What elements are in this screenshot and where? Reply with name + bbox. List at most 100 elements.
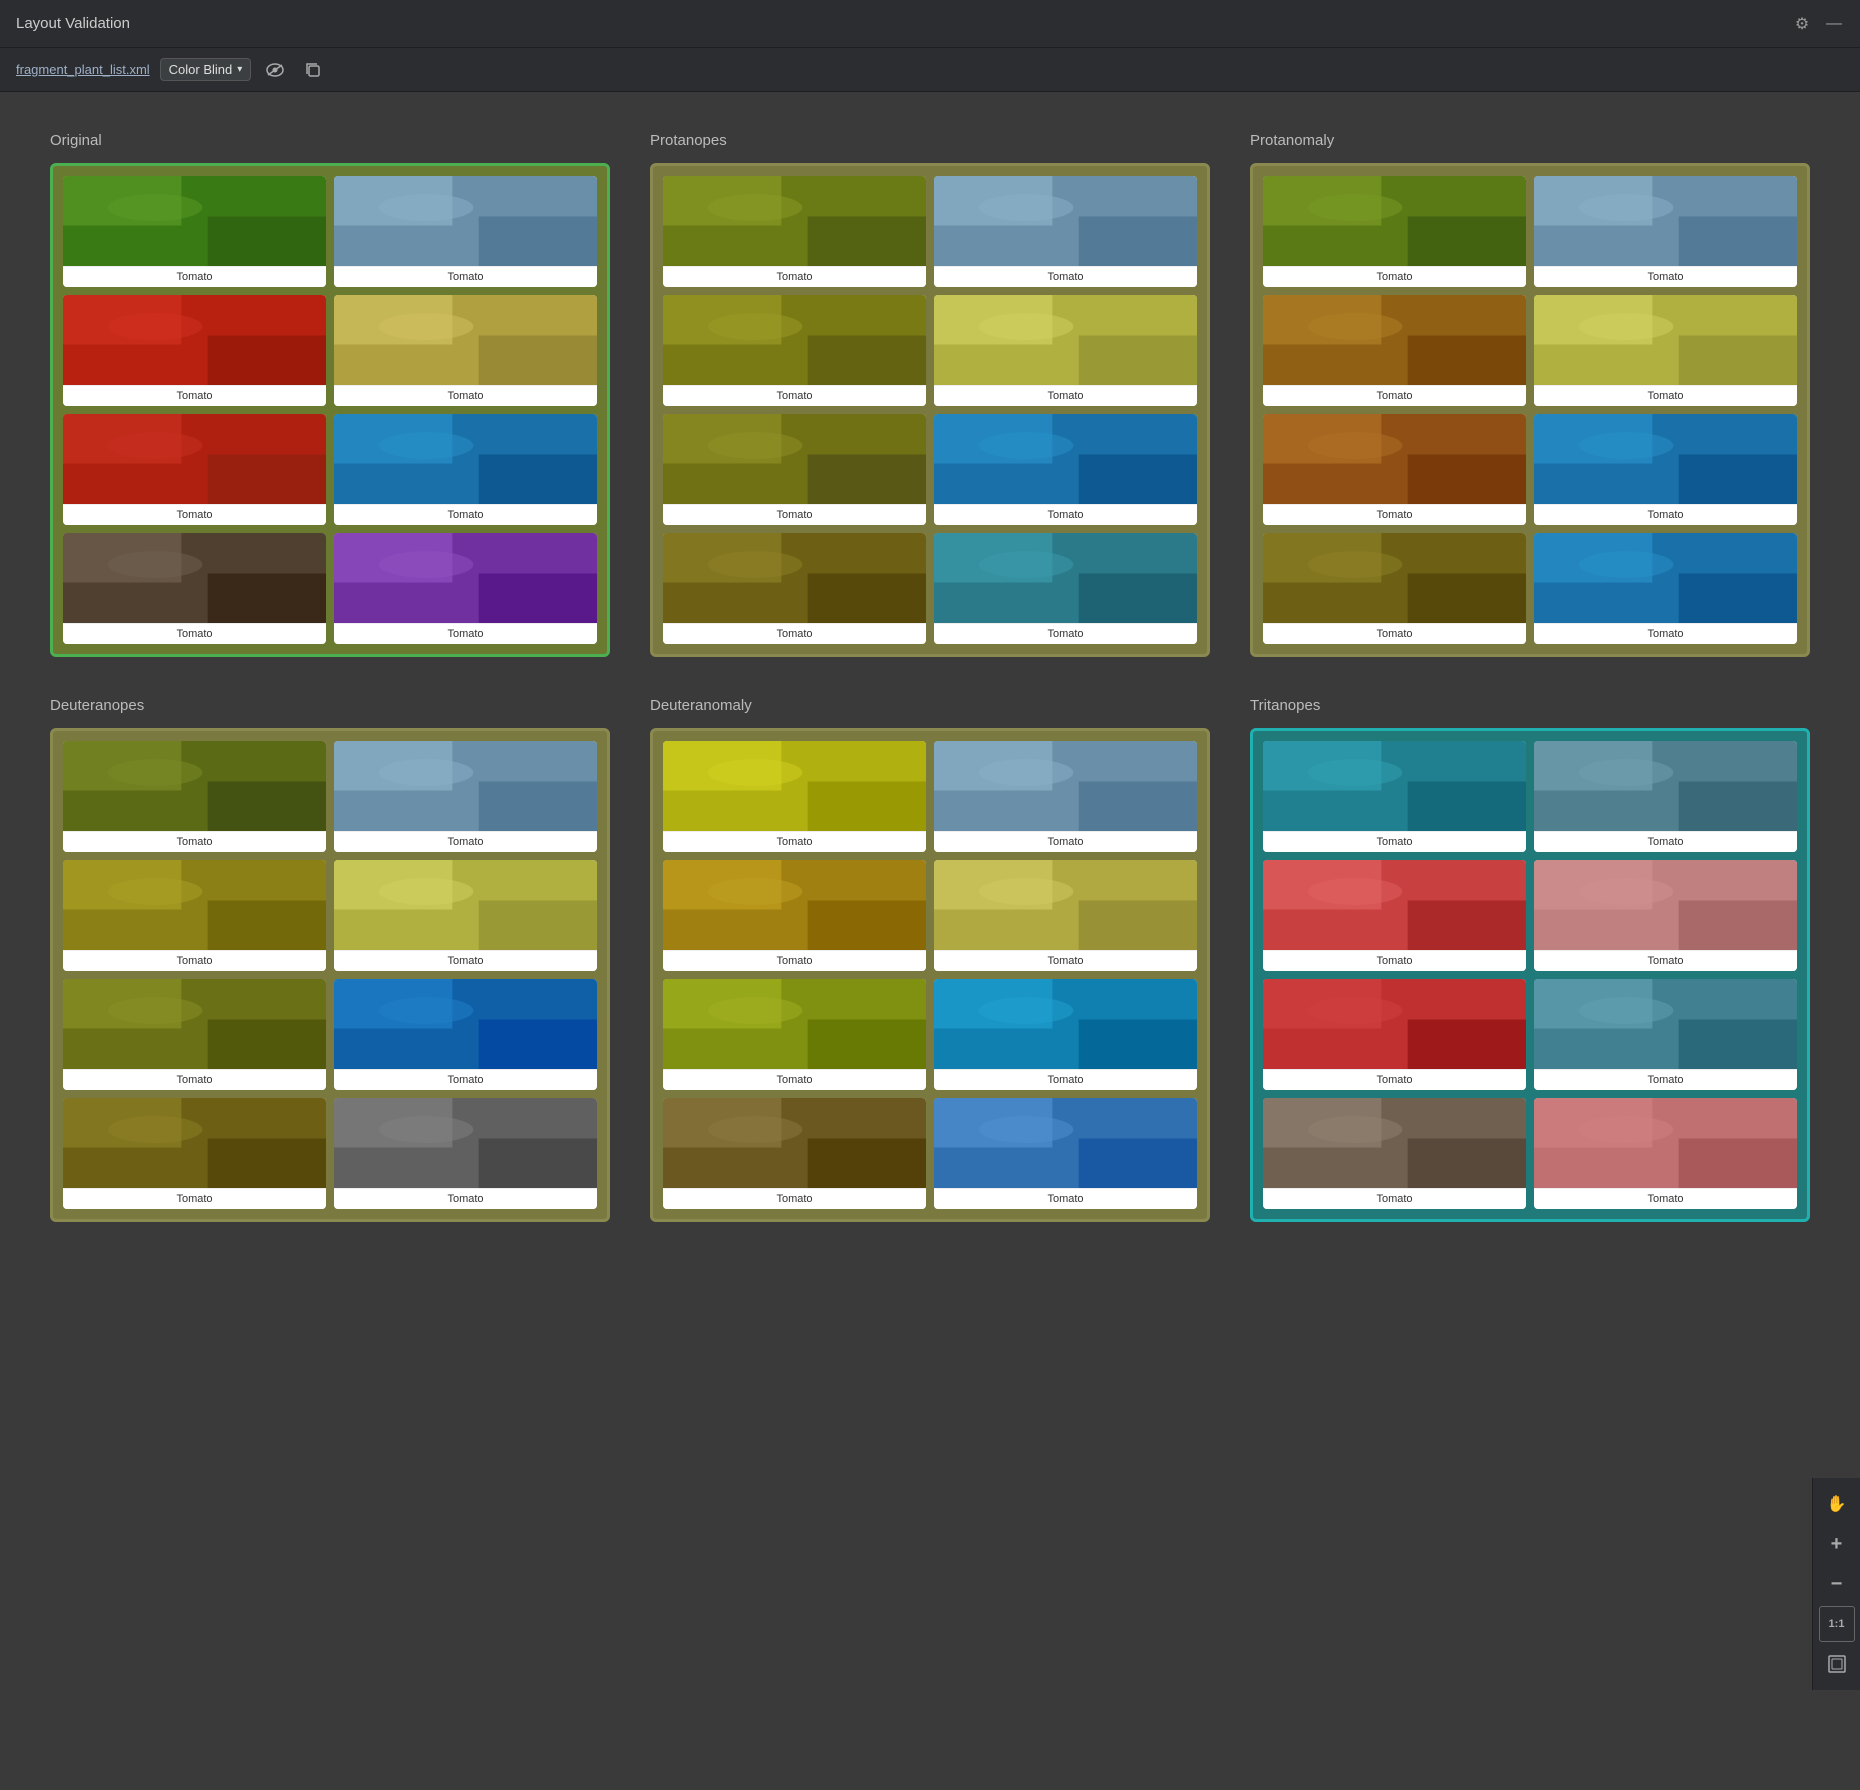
- image-thumbnail: [1263, 176, 1526, 266]
- list-item[interactable]: Tomato: [1263, 741, 1526, 852]
- list-item[interactable]: Tomato: [663, 860, 926, 971]
- list-item[interactable]: Tomato: [334, 979, 597, 1090]
- list-item[interactable]: Tomato: [334, 1098, 597, 1209]
- list-item[interactable]: Tomato: [1534, 741, 1797, 852]
- image-thumbnail: [663, 295, 926, 385]
- list-item[interactable]: Tomato: [63, 979, 326, 1090]
- list-item[interactable]: Tomato: [63, 414, 326, 525]
- image-label: Tomato: [663, 831, 926, 852]
- list-item[interactable]: Tomato: [934, 295, 1197, 406]
- hand-tool-btn[interactable]: ✋: [1819, 1486, 1855, 1522]
- copy-icon-btn[interactable]: [299, 56, 327, 84]
- image-thumbnail: [1263, 979, 1526, 1069]
- image-label: Tomato: [934, 950, 1197, 971]
- list-item[interactable]: Tomato: [1263, 1098, 1526, 1209]
- image-thumbnail: [334, 979, 597, 1069]
- image-label: Tomato: [1534, 266, 1797, 287]
- image-label: Tomato: [934, 385, 1197, 406]
- list-item[interactable]: Tomato: [934, 533, 1197, 644]
- list-item[interactable]: Tomato: [663, 1098, 926, 1209]
- list-item[interactable]: Tomato: [334, 741, 597, 852]
- list-item[interactable]: Tomato: [334, 414, 597, 525]
- list-item[interactable]: Tomato: [934, 860, 1197, 971]
- list-item[interactable]: Tomato: [934, 979, 1197, 1090]
- title-bar-right: ⚙ —: [1792, 14, 1844, 34]
- panel-title-tritanopes: Tritanopes: [1250, 697, 1810, 714]
- minimize-icon[interactable]: —: [1824, 14, 1844, 34]
- list-item[interactable]: Tomato: [1534, 860, 1797, 971]
- image-thumbnail: [663, 176, 926, 266]
- list-item[interactable]: Tomato: [63, 860, 326, 971]
- image-label: Tomato: [1263, 1069, 1526, 1090]
- list-item[interactable]: Tomato: [63, 741, 326, 852]
- image-label: Tomato: [934, 266, 1197, 287]
- list-item[interactable]: Tomato: [63, 1098, 326, 1209]
- image-thumbnail: [663, 860, 926, 950]
- image-thumbnail: [334, 295, 597, 385]
- list-item[interactable]: Tomato: [63, 533, 326, 644]
- list-item[interactable]: Tomato: [934, 176, 1197, 287]
- image-label: Tomato: [1263, 1188, 1526, 1209]
- list-item[interactable]: Tomato: [334, 176, 597, 287]
- list-item[interactable]: Tomato: [1534, 295, 1797, 406]
- list-item[interactable]: Tomato: [934, 741, 1197, 852]
- image-thumbnail: [1263, 741, 1526, 831]
- list-item[interactable]: Tomato: [334, 295, 597, 406]
- panel-title-original: Original: [50, 132, 610, 149]
- list-item[interactable]: Tomato: [663, 741, 926, 852]
- filename-label[interactable]: fragment_plant_list.xml: [16, 62, 150, 77]
- list-item[interactable]: Tomato: [1263, 414, 1526, 525]
- list-item[interactable]: Tomato: [663, 176, 926, 287]
- panel-protanopes: Protanopes Tomato Tomato Tomato Tomato T: [650, 132, 1210, 657]
- list-item[interactable]: Tomato: [63, 295, 326, 406]
- image-thumbnail: [1263, 533, 1526, 623]
- list-item[interactable]: Tomato: [934, 1098, 1197, 1209]
- list-item[interactable]: Tomato: [1263, 295, 1526, 406]
- image-thumbnail: [63, 741, 326, 831]
- zoom-out-btn[interactable]: −: [1819, 1566, 1855, 1602]
- panel-tritanopes: Tritanopes Tomato Tomato Tomato Tomato T: [1250, 697, 1810, 1222]
- list-item[interactable]: Tomato: [663, 295, 926, 406]
- eye-icon-btn[interactable]: [261, 56, 289, 84]
- image-label: Tomato: [63, 1069, 326, 1090]
- list-item[interactable]: Tomato: [334, 533, 597, 644]
- zoom-in-btn[interactable]: +: [1819, 1526, 1855, 1562]
- image-thumbnail: [934, 414, 1197, 504]
- list-item[interactable]: Tomato: [1263, 176, 1526, 287]
- list-item[interactable]: Tomato: [663, 414, 926, 525]
- card-container-original: Tomato Tomato Tomato Tomato Tomato Tomat: [50, 163, 610, 657]
- panel-deuteranopes: Deuteranopes Tomato Tomato Tomato Tomato: [50, 697, 610, 1222]
- image-thumbnail: [1534, 533, 1797, 623]
- list-item[interactable]: Tomato: [663, 979, 926, 1090]
- list-item[interactable]: Tomato: [1534, 979, 1797, 1090]
- list-item[interactable]: Tomato: [334, 860, 597, 971]
- list-item[interactable]: Tomato: [1534, 1098, 1797, 1209]
- list-item[interactable]: Tomato: [1263, 860, 1526, 971]
- list-item[interactable]: Tomato: [1534, 414, 1797, 525]
- image-thumbnail: [934, 860, 1197, 950]
- image-thumbnail: [934, 295, 1197, 385]
- image-thumbnail: [63, 176, 326, 266]
- image-label: Tomato: [934, 504, 1197, 525]
- image-thumbnail: [334, 860, 597, 950]
- image-label: Tomato: [1534, 623, 1797, 644]
- list-item[interactable]: Tomato: [1263, 533, 1526, 644]
- list-item[interactable]: Tomato: [663, 533, 926, 644]
- image-thumbnail: [934, 176, 1197, 266]
- fit-screen-btn[interactable]: [1819, 1646, 1855, 1682]
- panel-deuteranomaly: Deuteranomaly Tomato Tomato Tomato Tomat…: [650, 697, 1210, 1222]
- list-item[interactable]: Tomato: [1534, 176, 1797, 287]
- list-item[interactable]: Tomato: [1263, 979, 1526, 1090]
- list-item[interactable]: Tomato: [63, 176, 326, 287]
- image-label: Tomato: [1263, 831, 1526, 852]
- one-to-one-btn[interactable]: 1:1: [1819, 1606, 1855, 1642]
- image-thumbnail: [63, 533, 326, 623]
- card-container-deuteranopes: Tomato Tomato Tomato Tomato Tomato Tomat: [50, 728, 610, 1222]
- list-item[interactable]: Tomato: [934, 414, 1197, 525]
- mode-dropdown[interactable]: Color Blind ▾: [160, 58, 252, 81]
- title-bar-left: Layout Validation: [16, 15, 130, 32]
- image-thumbnail: [934, 979, 1197, 1069]
- list-item[interactable]: Tomato: [1534, 533, 1797, 644]
- settings-icon[interactable]: ⚙: [1792, 14, 1812, 34]
- image-thumbnail: [1534, 1098, 1797, 1188]
